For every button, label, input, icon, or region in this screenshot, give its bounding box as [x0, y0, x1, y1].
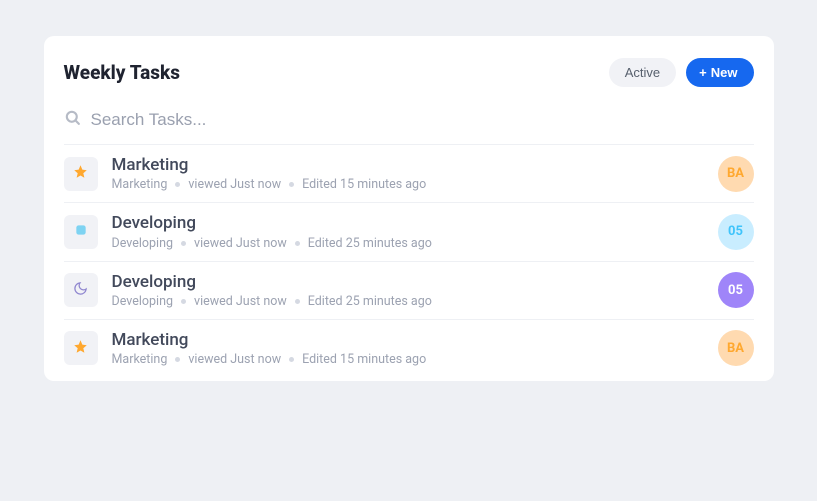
- square-icon: [74, 222, 88, 241]
- plus-icon: +: [699, 66, 707, 79]
- active-filter-label: Active: [625, 66, 660, 79]
- avatar[interactable]: BA: [718, 330, 754, 366]
- task-body: Developing Developing viewed Just now Ed…: [112, 213, 704, 250]
- avatar[interactable]: 05: [718, 214, 754, 250]
- moon-icon: [73, 281, 88, 300]
- task-body: Developing Developing viewed Just now Ed…: [112, 272, 704, 309]
- card-header: Weekly Tasks Active + New: [64, 58, 754, 87]
- task-viewed: viewed Just now: [194, 294, 287, 309]
- header-actions: Active + New: [609, 58, 754, 87]
- task-row[interactable]: Developing Developing viewed Just now Ed…: [64, 262, 754, 320]
- active-filter-button[interactable]: Active: [609, 58, 676, 87]
- task-title: Developing: [112, 272, 704, 293]
- avatar[interactable]: BA: [718, 156, 754, 192]
- task-row[interactable]: Marketing Marketing viewed Just now Edit…: [64, 320, 754, 369]
- task-category: Marketing: [112, 177, 168, 192]
- weekly-tasks-card: Weekly Tasks Active + New Marketing Mark: [44, 36, 774, 381]
- separator-dot: [181, 241, 186, 246]
- task-category: Developing: [112, 294, 174, 309]
- star-icon: [73, 164, 88, 183]
- task-body: Marketing Marketing viewed Just now Edit…: [112, 330, 704, 367]
- task-title: Developing: [112, 213, 704, 234]
- task-viewed: viewed Just now: [188, 177, 281, 192]
- task-category: Marketing: [112, 352, 168, 367]
- task-body: Marketing Marketing viewed Just now Edit…: [112, 155, 704, 192]
- task-icon-box: [64, 157, 98, 191]
- separator-dot: [295, 299, 300, 304]
- new-task-button[interactable]: + New: [686, 58, 753, 87]
- task-viewed: viewed Just now: [194, 236, 287, 251]
- page-title: Weekly Tasks: [64, 61, 181, 84]
- task-title: Marketing: [112, 155, 704, 176]
- task-icon-box: [64, 331, 98, 365]
- new-task-label: New: [711, 66, 738, 79]
- task-title: Marketing: [112, 330, 704, 351]
- task-meta: Developing viewed Just now Edited 25 min…: [112, 294, 704, 309]
- task-icon-box: [64, 273, 98, 307]
- task-meta: Developing viewed Just now Edited 25 min…: [112, 236, 704, 251]
- task-row[interactable]: Developing Developing viewed Just now Ed…: [64, 203, 754, 261]
- search-row: [64, 109, 754, 145]
- star-icon: [73, 339, 88, 358]
- task-icon-box: [64, 215, 98, 249]
- task-edited: Edited 15 minutes ago: [302, 352, 426, 367]
- task-meta: Marketing viewed Just now Edited 15 minu…: [112, 177, 704, 192]
- task-row[interactable]: Marketing Marketing viewed Just now Edit…: [64, 145, 754, 203]
- search-input[interactable]: [91, 110, 754, 130]
- search-icon: [64, 109, 81, 130]
- separator-dot: [181, 299, 186, 304]
- separator-dot: [175, 182, 180, 187]
- separator-dot: [289, 182, 294, 187]
- task-edited: Edited 25 minutes ago: [308, 236, 432, 251]
- separator-dot: [295, 241, 300, 246]
- task-edited: Edited 15 minutes ago: [302, 177, 426, 192]
- task-category: Developing: [112, 236, 174, 251]
- avatar[interactable]: 05: [718, 272, 754, 308]
- separator-dot: [289, 357, 294, 362]
- task-meta: Marketing viewed Just now Edited 15 minu…: [112, 352, 704, 367]
- task-edited: Edited 25 minutes ago: [308, 294, 432, 309]
- task-viewed: viewed Just now: [188, 352, 281, 367]
- separator-dot: [175, 357, 180, 362]
